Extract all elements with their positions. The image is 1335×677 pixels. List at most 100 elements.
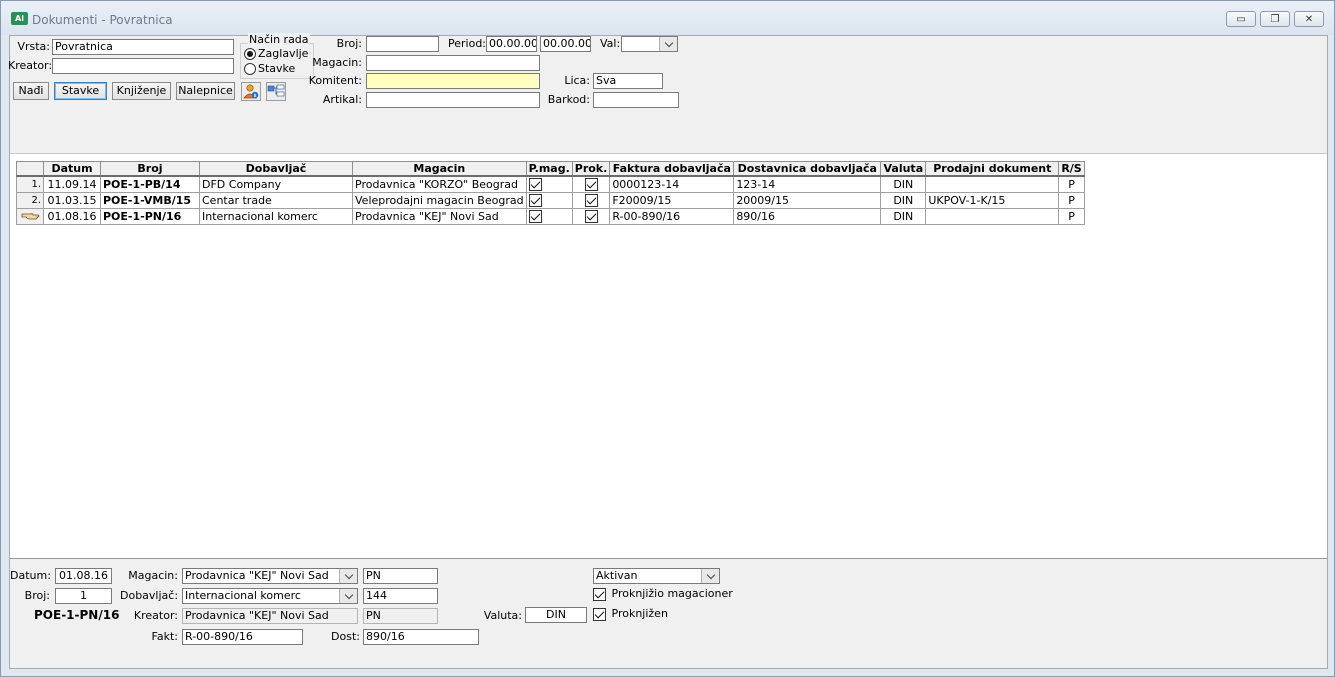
cell-prok[interactable]: [571, 191, 611, 209]
cell-pmag[interactable]: [525, 175, 573, 193]
column-header-datum[interactable]: Datum: [43, 161, 101, 177]
prok-checkbox[interactable]: [584, 209, 598, 223]
cell-broj[interactable]: POE-1-PN/16: [100, 207, 200, 225]
column-header-pmag[interactable]: P.mag.: [525, 161, 573, 177]
cell-faktura[interactable]: 0000123-14: [609, 175, 735, 193]
broj-filter-field[interactable]: [366, 36, 439, 52]
prok-checkbox[interactable]: [584, 193, 598, 207]
cell-datum[interactable]: 01.08.16: [43, 207, 101, 225]
table-row[interactable]: 2. 01.03.15 POE-1-VMB/15 Centar trade Ve…: [16, 191, 1085, 209]
column-header-dostavnica[interactable]: Dostavnica dobavljača: [733, 161, 882, 177]
app-logo-icon: Al: [11, 12, 28, 25]
barkod-field[interactable]: [593, 92, 679, 108]
cell-dobavljac[interactable]: DFD Company: [199, 175, 353, 193]
magacin-filter-field[interactable]: [366, 55, 540, 71]
chevron-down-icon[interactable]: [339, 589, 357, 603]
cell-prok[interactable]: [571, 175, 611, 193]
row-number: 1.: [16, 175, 44, 193]
cell-rs[interactable]: P: [1058, 207, 1085, 225]
chevron-down-icon[interactable]: [659, 37, 677, 51]
stavke-button[interactable]: Stavke: [54, 82, 107, 100]
chevron-down-icon[interactable]: [339, 569, 357, 583]
table-row-current[interactable]: 01.08.16 POE-1-PN/16 Internacional komer…: [16, 207, 1085, 225]
column-header-prok[interactable]: Prok.: [571, 161, 611, 177]
nacin-rada-title: Način rada: [248, 33, 310, 46]
tree-view-button[interactable]: [266, 82, 286, 101]
tree-view-icon: [267, 84, 285, 97]
pmag-checkbox[interactable]: [528, 209, 542, 223]
detail-magacin-combo[interactable]: Prodavnica "KEJ" Novi Sad: [182, 568, 358, 584]
knjizenje-button[interactable]: Knjiženje: [112, 82, 171, 100]
column-header-dobavljac[interactable]: Dobavljač: [199, 161, 353, 177]
status-combo[interactable]: Aktivan: [593, 568, 720, 584]
detail-magacin-code-field[interactable]: PN: [363, 568, 438, 584]
cell-prodajni[interactable]: [925, 175, 1060, 193]
cell-faktura[interactable]: R-00-890/16: [609, 207, 735, 225]
cell-datum[interactable]: 11.09.14: [43, 175, 101, 193]
detail-valuta-label: Valuta:: [483, 609, 522, 622]
detail-valuta-field[interactable]: DIN: [525, 607, 587, 623]
cell-dobavljac[interactable]: Centar trade: [199, 191, 353, 209]
column-header-magacin[interactable]: Magacin: [352, 161, 527, 177]
table-row[interactable]: 1. 11.09.14 POE-1-PB/14 DFD Company Prod…: [16, 175, 1085, 193]
cell-magacin[interactable]: Veleprodajni magacin Beograd: [352, 191, 527, 209]
column-header-valuta[interactable]: Valuta: [880, 161, 927, 177]
proknjizen-checkbox-row[interactable]: Proknjižen: [593, 607, 668, 621]
proknjizio-checkbox[interactable]: [593, 587, 606, 601]
cell-valuta[interactable]: DIN: [880, 207, 927, 225]
period-to-field[interactable]: 00.00.00: [540, 36, 591, 52]
cell-faktura[interactable]: F20009/15: [609, 191, 735, 209]
komitent-field[interactable]: [366, 73, 540, 89]
cell-dobavljac[interactable]: Internacional komerc: [199, 207, 353, 225]
val-label: Val:: [600, 37, 621, 50]
column-header-faktura[interactable]: Faktura dobavljača: [609, 161, 735, 177]
main-window: Al Dokumenti - Povratnica ▭ ❐ ✕ Vrsta: P…: [0, 0, 1335, 677]
lica-field[interactable]: Sva: [593, 73, 663, 89]
cell-broj[interactable]: POE-1-VMB/15: [100, 191, 200, 209]
cell-dostavnica[interactable]: 890/16: [733, 207, 882, 225]
cell-rs[interactable]: P: [1058, 191, 1085, 209]
user-info-button[interactable]: [241, 82, 261, 101]
cell-valuta[interactable]: DIN: [880, 175, 927, 193]
restore-button[interactable]: ❐: [1260, 11, 1290, 27]
cell-prok[interactable]: [571, 207, 611, 225]
detail-dobavljac-code-field[interactable]: 144: [363, 588, 438, 604]
minimize-button[interactable]: ▭: [1226, 11, 1256, 27]
radio-zaglavlje[interactable]: [244, 48, 256, 60]
cell-magacin[interactable]: Prodavnica "KORZO" Beograd: [352, 175, 527, 193]
val-combo[interactable]: [621, 36, 678, 52]
close-button[interactable]: ✕: [1294, 11, 1324, 27]
nadji-button[interactable]: Nađi: [13, 82, 49, 100]
detail-broj-field[interactable]: 1: [55, 588, 112, 604]
detail-dobavljac-combo[interactable]: Internacional komerc: [182, 588, 358, 604]
cell-dostavnica[interactable]: 123-14: [733, 175, 882, 193]
column-header-rs[interactable]: R/S: [1058, 161, 1085, 177]
cell-broj[interactable]: POE-1-PB/14: [100, 175, 200, 193]
column-header-broj[interactable]: Broj: [100, 161, 200, 177]
cell-datum[interactable]: 01.03.15: [43, 191, 101, 209]
kreator-field[interactable]: [52, 58, 234, 74]
column-header-prodajni[interactable]: Prodajni dokument: [925, 161, 1060, 177]
proknjizio-checkbox-row[interactable]: Proknjižio magacioner: [593, 587, 733, 601]
cell-prodajni[interactable]: UKPOV-1-K/15: [925, 191, 1060, 209]
pmag-checkbox[interactable]: [528, 178, 542, 191]
radio-stavke[interactable]: [244, 63, 256, 75]
cell-pmag[interactable]: [525, 191, 573, 209]
detail-fakt-field[interactable]: R-00-890/16: [182, 629, 303, 645]
period-from-field[interactable]: 00.00.00: [486, 36, 537, 52]
pmag-checkbox[interactable]: [528, 193, 542, 207]
cell-pmag[interactable]: [525, 207, 573, 225]
vrsta-field[interactable]: Povratnica: [52, 39, 234, 55]
cell-dostavnica[interactable]: 20009/15: [733, 191, 882, 209]
cell-rs[interactable]: P: [1058, 175, 1085, 193]
nalepnice-button[interactable]: Nalepnice: [176, 82, 235, 100]
artikal-field[interactable]: [366, 92, 540, 108]
cell-prodajni[interactable]: [925, 207, 1060, 225]
cell-valuta[interactable]: DIN: [880, 191, 927, 209]
detail-datum-field[interactable]: 01.08.16: [55, 568, 112, 584]
detail-dost-field[interactable]: 890/16: [363, 629, 479, 645]
prok-checkbox[interactable]: [584, 178, 598, 191]
proknjizen-checkbox[interactable]: [593, 607, 606, 621]
chevron-down-icon[interactable]: [701, 569, 719, 583]
cell-magacin[interactable]: Prodavnica "KEJ" Novi Sad: [352, 207, 527, 225]
